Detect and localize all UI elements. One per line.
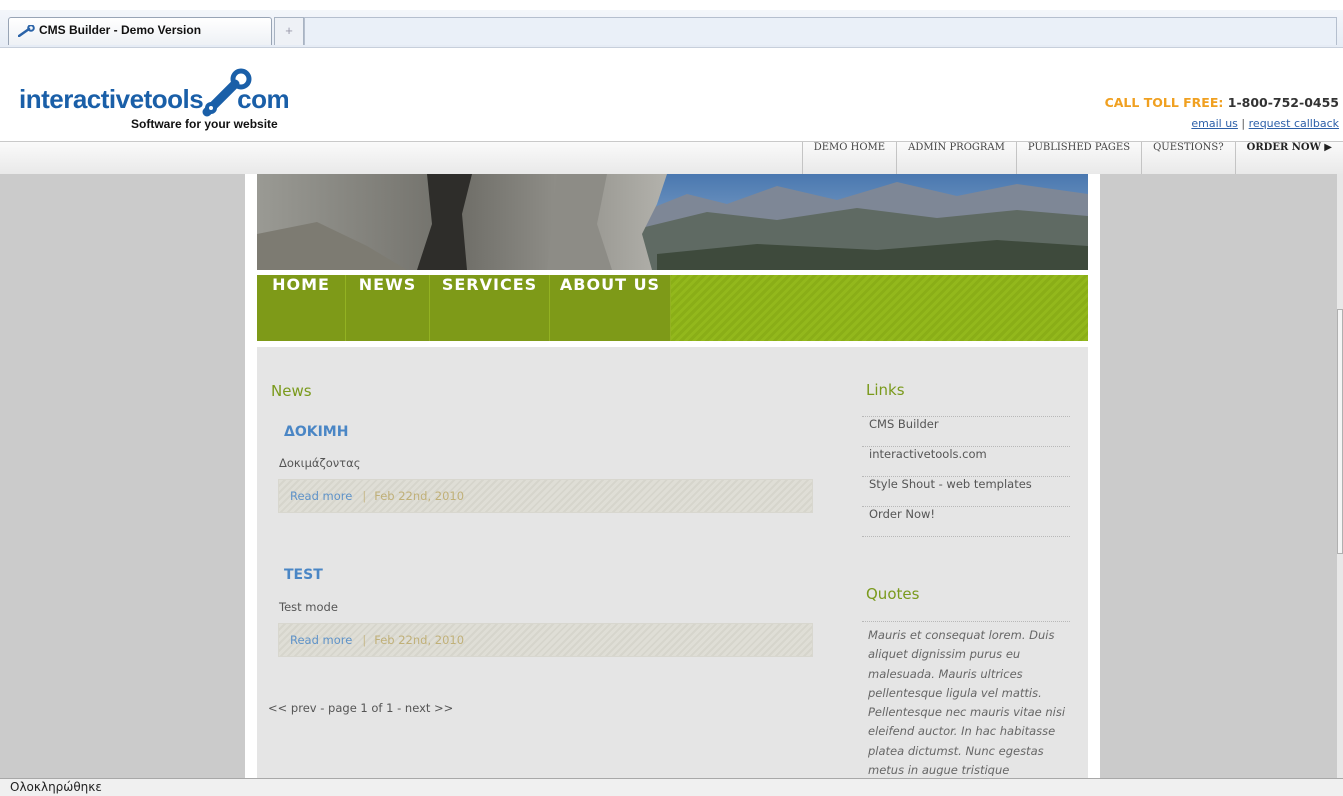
contact-block: CALL TOLL FREE: 1-800-752-0455 email us … (1105, 95, 1339, 130)
new-tab-button[interactable]: + (274, 17, 304, 45)
nav-admin-program[interactable]: ADMIN PROGRAM (896, 142, 1016, 174)
post-meta-1: Read more | Feb 22nd, 2010 (278, 479, 813, 513)
page-scrollbar[interactable] (1337, 174, 1343, 778)
contact-link-separator: | (1241, 117, 1246, 130)
main-nav-home[interactable]: HOME (257, 275, 346, 341)
logo-tagline: Software for your website (131, 117, 278, 131)
read-more-link-2[interactable]: Read more (290, 633, 352, 647)
post-date-2: Feb 22nd, 2010 (374, 633, 465, 647)
wrench-logo-icon (202, 68, 252, 117)
email-us-link[interactable]: email us (1191, 117, 1238, 130)
main-nav-news[interactable]: NEWS (346, 275, 430, 341)
links-list: CMS Builder interactivetools.com Style S… (862, 416, 1070, 537)
meta-separator-2: | (362, 633, 367, 647)
read-more-link-1[interactable]: Read more (290, 489, 352, 503)
tab-strip-empty (304, 17, 1337, 45)
link-interactivetools[interactable]: interactivetools.com (862, 446, 1070, 476)
post-date-1: Feb 22nd, 2010 (374, 489, 465, 503)
news-pager[interactable]: << prev - page 1 of 1 - next >> (268, 701, 453, 715)
main-nav-about-us[interactable]: ABOUT US (550, 275, 671, 341)
plus-icon: + (285, 23, 293, 38)
toll-free-number: 1-800-752-0455 (1227, 95, 1339, 110)
demo-top-nav-items: DEMO HOME ADMIN PROGRAM PUBLISHED PAGES … (801, 142, 1343, 174)
banner-mountain-image (257, 174, 1088, 270)
main-nav-bar: HOME NEWS SERVICES ABOUT US (257, 275, 1088, 341)
quotes-divider (862, 621, 1070, 622)
logo-main-text: interactivetools (19, 84, 204, 114)
quote-text: Mauris et consequat lorem. Duis aliquet … (868, 628, 1066, 776)
contact-links: email us | request callback (1105, 117, 1339, 130)
news-heading: News (271, 382, 312, 400)
post-title-2[interactable]: TEST (284, 567, 323, 583)
request-callback-link[interactable]: request callback (1249, 117, 1339, 130)
link-order-now[interactable]: Order Now! (862, 506, 1070, 537)
banner-graphic (257, 174, 1088, 270)
site-logo[interactable]: interactivetools com Software for your we… (19, 66, 299, 136)
tabstrip-top-area (0, 0, 1343, 10)
browser-tab-strip: CMS Builder - Demo Version + (0, 0, 1343, 48)
post-summary-2: Test mode (279, 600, 338, 614)
post-title-1[interactable]: ΔΟΚΙΜΗ (284, 424, 348, 440)
scrollbar-thumb[interactable] (1337, 309, 1343, 554)
nav-order-now[interactable]: ORDER NOW ▶ (1234, 142, 1343, 174)
demo-top-nav: DEMO HOME ADMIN PROGRAM PUBLISHED PAGES … (0, 141, 1343, 175)
wrench-favicon-icon (18, 25, 35, 37)
link-style-shout[interactable]: Style Shout - web templates (862, 476, 1070, 506)
post-meta-2: Read more | Feb 22nd, 2010 (278, 623, 813, 657)
nav-questions[interactable]: QUESTIONS? (1141, 142, 1235, 174)
browser-status-bar: Ολοκληρώθηκε (0, 778, 1343, 796)
post-summary-1: Δοκιμάζοντας (279, 456, 361, 470)
meta-separator-1: | (362, 489, 367, 503)
link-cms-builder[interactable]: CMS Builder (862, 416, 1070, 446)
toll-free-label: CALL TOLL FREE: (1104, 95, 1224, 110)
browser-tab-active[interactable]: CMS Builder - Demo Version (8, 17, 272, 45)
toll-free-line: CALL TOLL FREE: 1-800-752-0455 (1105, 95, 1339, 110)
links-heading: Links (866, 381, 905, 399)
quotes-heading: Quotes (866, 585, 920, 603)
nav-published-pages[interactable]: PUBLISHED PAGES (1015, 142, 1141, 174)
nav-demo-home[interactable]: DEMO HOME (801, 142, 896, 174)
browser-tab-title: CMS Builder - Demo Version (39, 23, 202, 37)
main-nav-services[interactable]: SERVICES (430, 275, 550, 341)
